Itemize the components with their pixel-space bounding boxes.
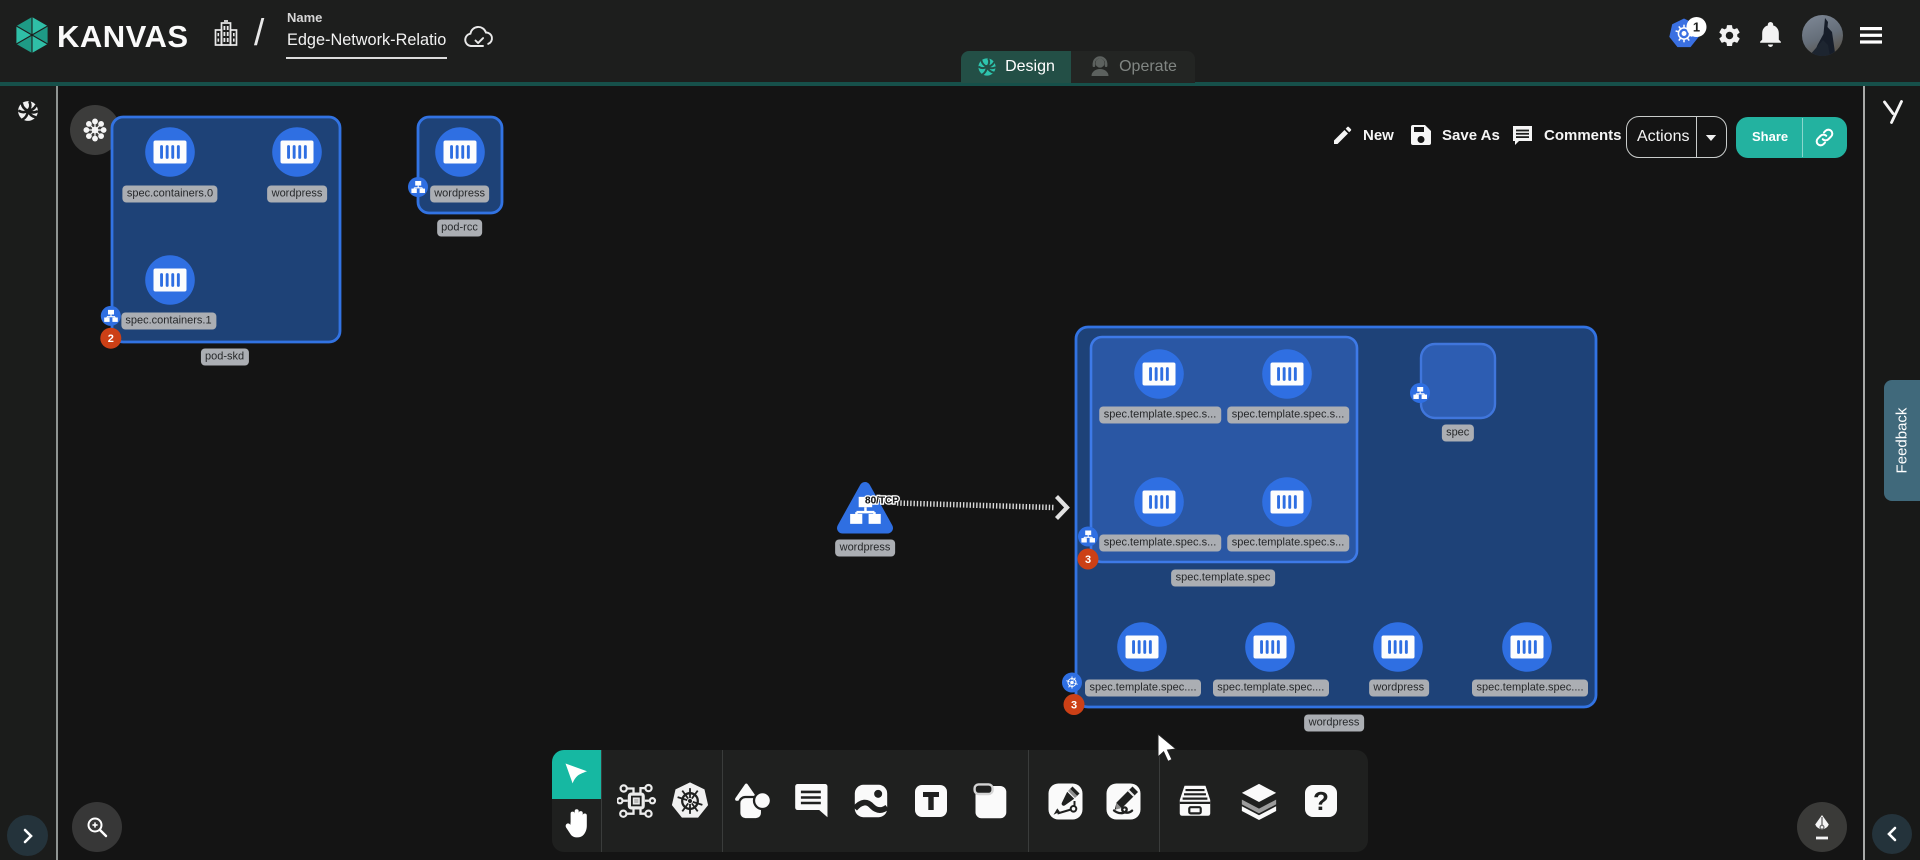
svg-text:2: 2 bbox=[108, 333, 114, 345]
svg-text:3: 3 bbox=[1085, 554, 1091, 566]
svg-text:3: 3 bbox=[1071, 700, 1077, 712]
svg-text:?: ? bbox=[1313, 786, 1329, 816]
